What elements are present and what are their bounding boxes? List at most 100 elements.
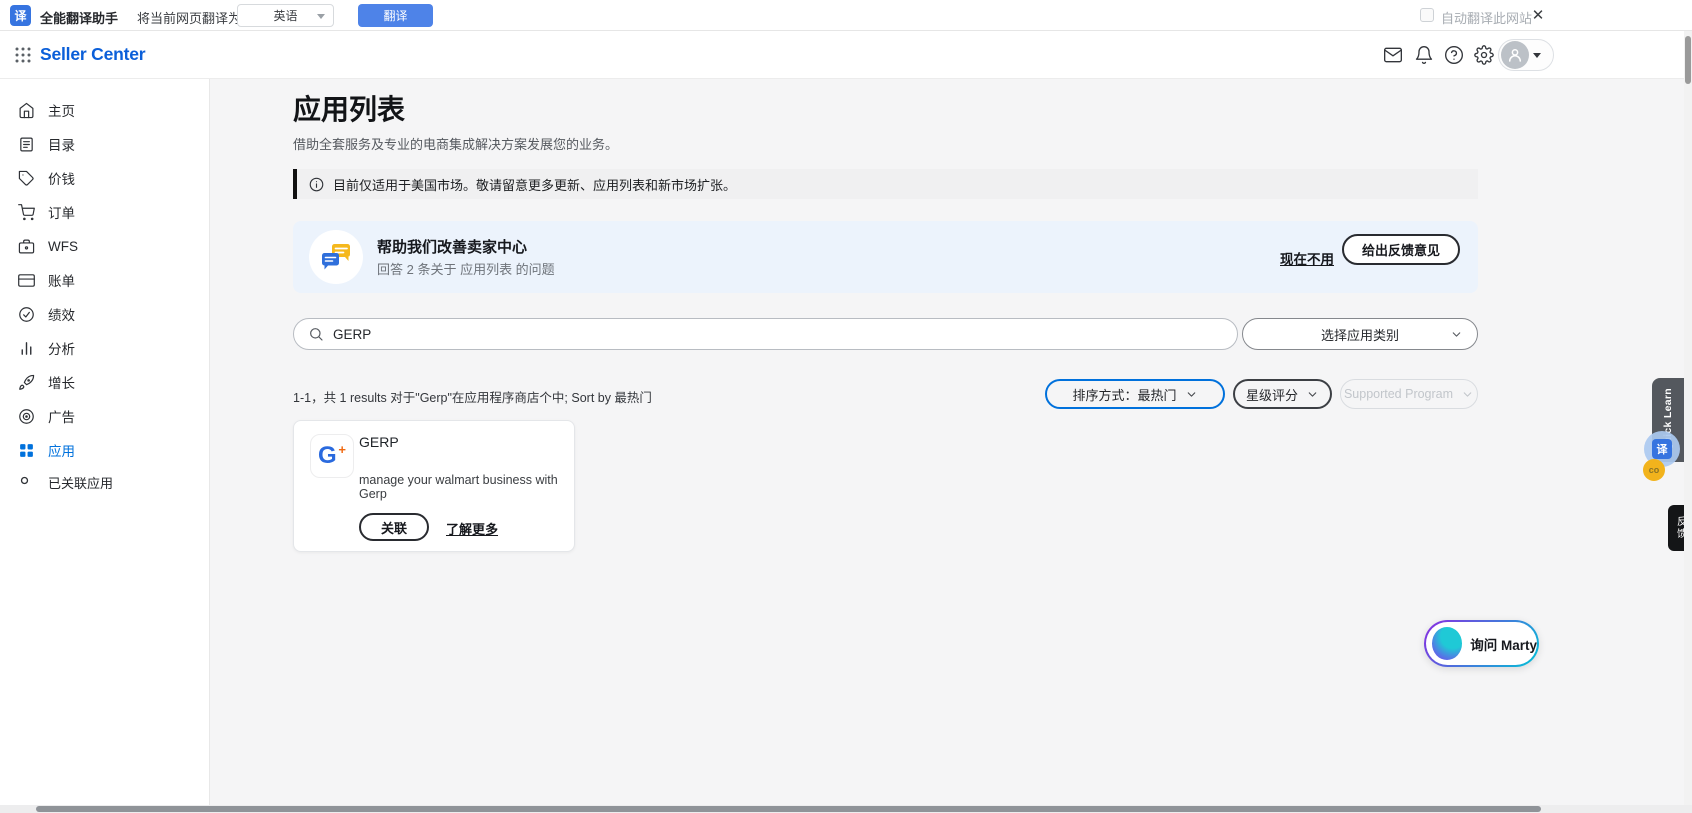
- apps-grid-icon[interactable]: [14, 46, 32, 64]
- sidebar-item-orders[interactable]: 订单: [0, 195, 209, 229]
- account-menu[interactable]: [1498, 39, 1554, 71]
- sidebar-item-label: 账单: [48, 274, 75, 289]
- translate-button[interactable]: 翻译: [358, 4, 433, 27]
- horizontal-scrollbar-thumb[interactable]: [36, 806, 1541, 812]
- price-tag-icon: [18, 170, 35, 187]
- sidebar-item-label: 已关联应用: [48, 475, 114, 491]
- supported-program-label: Supported Program: [1343, 387, 1454, 401]
- sidebar-item-label: 订单: [48, 206, 75, 221]
- sort-dropdown[interactable]: 排序方式：最热门: [1045, 379, 1225, 409]
- sidebar-item-label: 目录: [48, 138, 75, 153]
- bell-icon[interactable]: [1414, 45, 1434, 65]
- notice-text: 目前仅适用于美国市场。敬请留意更多更新、应用列表和新市场扩张。: [333, 177, 737, 193]
- catalog-icon: [18, 136, 35, 153]
- page-title: 应用列表: [293, 94, 406, 125]
- seller-center-header: Seller Center: [0, 31, 1692, 79]
- target-icon: [18, 408, 35, 425]
- app-search: [293, 318, 1238, 350]
- translate-toolbar-title: 全能翻译助手: [40, 11, 119, 26]
- avatar: [1501, 41, 1529, 69]
- feedback-subtitle: 回答 2 条关于 应用列表 的问题: [377, 262, 555, 277]
- learn-more-link[interactable]: 了解更多: [446, 519, 498, 538]
- results-summary: 1-1，共 1 results 对于"Gerp"在应用程序商店个中; Sort …: [293, 391, 652, 405]
- chat-bubbles-icon: [309, 230, 363, 284]
- sidebar-item-label: 主页: [48, 104, 75, 119]
- caret-down-icon: [1533, 52, 1541, 58]
- box-icon: [18, 238, 35, 255]
- sidebar-item-billing[interactable]: 账单: [0, 263, 209, 297]
- sort-dropdown-label: 排序方式：最热门: [1072, 387, 1177, 403]
- chevron-down-icon: [1306, 388, 1319, 401]
- cart-icon: [18, 203, 35, 221]
- language-select[interactable]: 英语: [237, 4, 334, 27]
- sidebar-item-label: WFS: [48, 238, 78, 254]
- circle-icon: [18, 474, 35, 491]
- category-dropdown[interactable]: 选择应用类别: [1242, 318, 1478, 350]
- sidebar-item-wfs[interactable]: WFS: [0, 229, 209, 263]
- chevron-down-icon: [1450, 328, 1463, 341]
- translate-logo-icon: 译: [10, 5, 31, 26]
- app-name: GERP: [359, 434, 399, 450]
- close-icon[interactable]: ✕: [1528, 5, 1548, 25]
- sidebar-item-label: 增长: [48, 376, 75, 391]
- chevron-down-icon: [1185, 388, 1198, 401]
- sidebar-item-label: 广告: [48, 410, 75, 425]
- page-subtitle: 借助全套服务及专业的电商集成解决方案发展您的业务。: [293, 137, 619, 152]
- vertical-scrollbar[interactable]: [1684, 31, 1692, 805]
- feedback-card: 帮助我们改善卖家中心 回答 2 条关于 应用列表 的问题 现在不用 给出反馈意见: [293, 221, 1478, 293]
- supported-program-dropdown: Supported Program: [1340, 379, 1478, 409]
- gerp-logo-glyph: G: [318, 442, 337, 469]
- info-icon: [309, 177, 324, 192]
- brand-logo[interactable]: Seller Center: [40, 44, 146, 65]
- coin-badge[interactable]: co: [1643, 459, 1665, 481]
- connect-button[interactable]: 关联: [359, 513, 429, 541]
- billing-card-icon: [18, 272, 35, 289]
- translate-float-icon: 译: [1652, 439, 1672, 459]
- feedback-dismiss-link[interactable]: 现在不用: [1280, 248, 1334, 268]
- translate-toolbar: 译 全能翻译助手 将当前网页翻译为: 英语 翻译 自动翻译此网站 ✕: [0, 0, 1692, 31]
- sidebar-item-label: 分析: [48, 342, 75, 357]
- notice-banner: 目前仅适用于美国市场。敬请留意更多更新、应用列表和新市场扩张。: [293, 169, 1478, 199]
- ask-marty-button[interactable]: 询问 Marty: [1424, 620, 1539, 667]
- category-dropdown-label: 选择应用类别: [1320, 327, 1399, 343]
- gauge-icon: [18, 306, 35, 323]
- help-icon[interactable]: [1444, 45, 1464, 65]
- app-description: manage your walmart business with Gerp: [359, 473, 558, 501]
- rating-dropdown[interactable]: 星级评分: [1233, 379, 1332, 409]
- sidebar-item-label: 应用: [48, 444, 75, 459]
- sidebar-item-analytics[interactable]: 分析: [0, 331, 209, 365]
- mail-icon[interactable]: [1383, 45, 1403, 65]
- sidebar-item-connected-apps[interactable]: 已关联应用: [0, 467, 209, 497]
- auto-translate-label: 自动翻译此网站: [1441, 11, 1533, 26]
- bar-chart-icon: [18, 340, 35, 357]
- sidebar-item-apps[interactable]: 应用: [0, 433, 209, 467]
- feedback-title: 帮助我们改善卖家中心: [377, 239, 528, 256]
- sidebar-item-catalog[interactable]: 目录: [0, 127, 209, 161]
- auto-translate-checkbox[interactable]: [1420, 8, 1434, 22]
- rating-dropdown-label: 星级评分: [1245, 387, 1298, 403]
- give-feedback-button[interactable]: 给出反馈意见: [1341, 234, 1460, 265]
- app-card-gerp: G + GERP manage your walmart business wi…: [293, 420, 575, 552]
- horizontal-scrollbar[interactable]: [0, 805, 1692, 813]
- gear-icon[interactable]: [1474, 45, 1494, 65]
- vertical-scrollbar-thumb[interactable]: [1685, 36, 1691, 84]
- ask-marty-label: 询问 Marty: [1470, 637, 1537, 653]
- sidebar: 主页 目录 价钱 订单 WFS 账单 绩效 分析 增长 广告 应用 已关联应用: [0, 79, 210, 805]
- sidebar-item-growth[interactable]: 增长: [0, 365, 209, 399]
- apps-icon: [18, 442, 35, 459]
- gerp-logo-plus: +: [338, 442, 346, 457]
- page: 译 全能翻译助手 将当前网页翻译为: 英语 翻译 自动翻译此网站 ✕ Selle…: [0, 0, 1692, 813]
- rocket-icon: [18, 374, 35, 391]
- sidebar-item-label: 绩效: [48, 308, 75, 323]
- gerp-logo: G +: [310, 434, 354, 478]
- sidebar-item-ads[interactable]: 广告: [0, 399, 209, 433]
- translate-target-label: 将当前网页翻译为:: [137, 11, 245, 26]
- sidebar-item-pricing[interactable]: 价钱: [0, 161, 209, 195]
- search-input[interactable]: [333, 319, 1237, 349]
- sidebar-item-home[interactable]: 主页: [0, 93, 209, 127]
- language-value: 英语: [273, 9, 298, 23]
- sidebar-item-label: 价钱: [48, 172, 75, 187]
- marty-orb-icon: [1432, 627, 1463, 660]
- sidebar-item-performance[interactable]: 绩效: [0, 297, 209, 331]
- search-icon: [308, 326, 324, 342]
